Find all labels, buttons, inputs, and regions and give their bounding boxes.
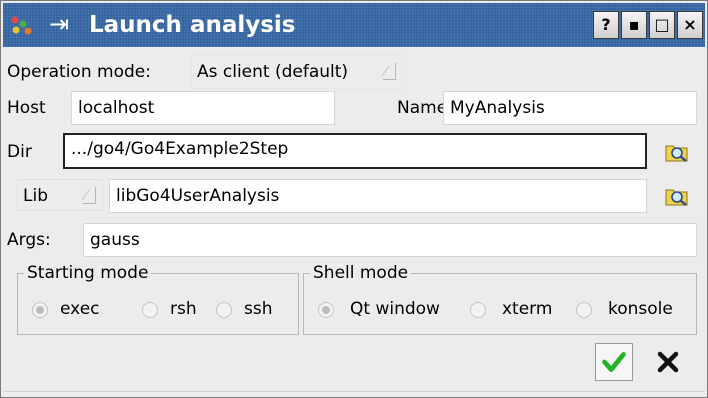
starting-mode-title: Starting mode [24, 262, 152, 284]
chevron-down-icon [383, 63, 396, 80]
host-label: Host [7, 98, 46, 118]
radio-exec[interactable] [32, 302, 48, 318]
args-field[interactable]: gauss [83, 223, 697, 257]
launch-analysis-dialog: ⇥ Launch analysis ? ▪ □ × Operation mode… [0, 0, 708, 398]
pin-icon[interactable]: ⇥ [49, 11, 69, 37]
lib-combo-value: Lib [23, 186, 48, 206]
dir-field[interactable]: .../go4/Go4Example2Step [63, 133, 647, 169]
green-check-icon [602, 352, 626, 372]
starting-mode-group: Starting mode exec rsh ssh [17, 262, 299, 335]
help-button[interactable]: ? [593, 11, 619, 39]
cancel-button[interactable] [649, 343, 687, 381]
window-title: Launch analysis [89, 12, 296, 38]
operation-mode-label: Operation mode: [7, 62, 151, 82]
maximize-button[interactable]: □ [649, 11, 675, 39]
name-label: Name [397, 98, 448, 118]
radio-qt-window-label[interactable]: Qt window [350, 298, 440, 320]
close-button[interactable]: × [677, 11, 703, 39]
radio-rsh-label[interactable]: rsh [170, 298, 197, 320]
lib-field[interactable]: libGo4UserAnalysis [109, 179, 647, 213]
radio-qt-window[interactable] [318, 302, 334, 318]
operation-mode-combo[interactable]: As client (default) [191, 55, 403, 89]
ok-button[interactable] [595, 343, 633, 381]
minimize-button[interactable]: ▪ [621, 11, 647, 39]
radio-konsole[interactable] [576, 302, 592, 318]
radio-xterm[interactable] [470, 302, 486, 318]
title-bar[interactable]: ⇥ Launch analysis ? ▪ □ × [3, 3, 705, 47]
radio-konsole-label[interactable]: konsole [608, 298, 673, 320]
args-label: Args: [7, 230, 51, 250]
radio-ssh[interactable] [216, 302, 232, 318]
go4-app-icon[interactable] [9, 15, 35, 37]
folder-browse-icon[interactable] [665, 185, 689, 207]
radio-ssh-label[interactable]: ssh [244, 298, 273, 320]
name-field[interactable]: MyAnalysis [443, 91, 697, 125]
chevron-down-icon [83, 187, 96, 204]
folder-browse-icon[interactable] [665, 141, 689, 163]
dir-label: Dir [7, 142, 32, 162]
shell-mode-title: Shell mode [310, 262, 412, 284]
host-field[interactable]: localhost [71, 91, 335, 125]
shell-mode-group: Shell mode Qt window xterm konsole [303, 262, 697, 335]
lib-combo[interactable]: Lib [17, 179, 103, 211]
operation-mode-value: As client (default) [197, 62, 349, 82]
radio-exec-label[interactable]: exec [60, 298, 100, 320]
black-x-icon [657, 351, 679, 373]
radio-rsh[interactable] [142, 302, 158, 318]
radio-xterm-label[interactable]: xterm [502, 298, 552, 320]
bottom-edge [3, 391, 705, 392]
